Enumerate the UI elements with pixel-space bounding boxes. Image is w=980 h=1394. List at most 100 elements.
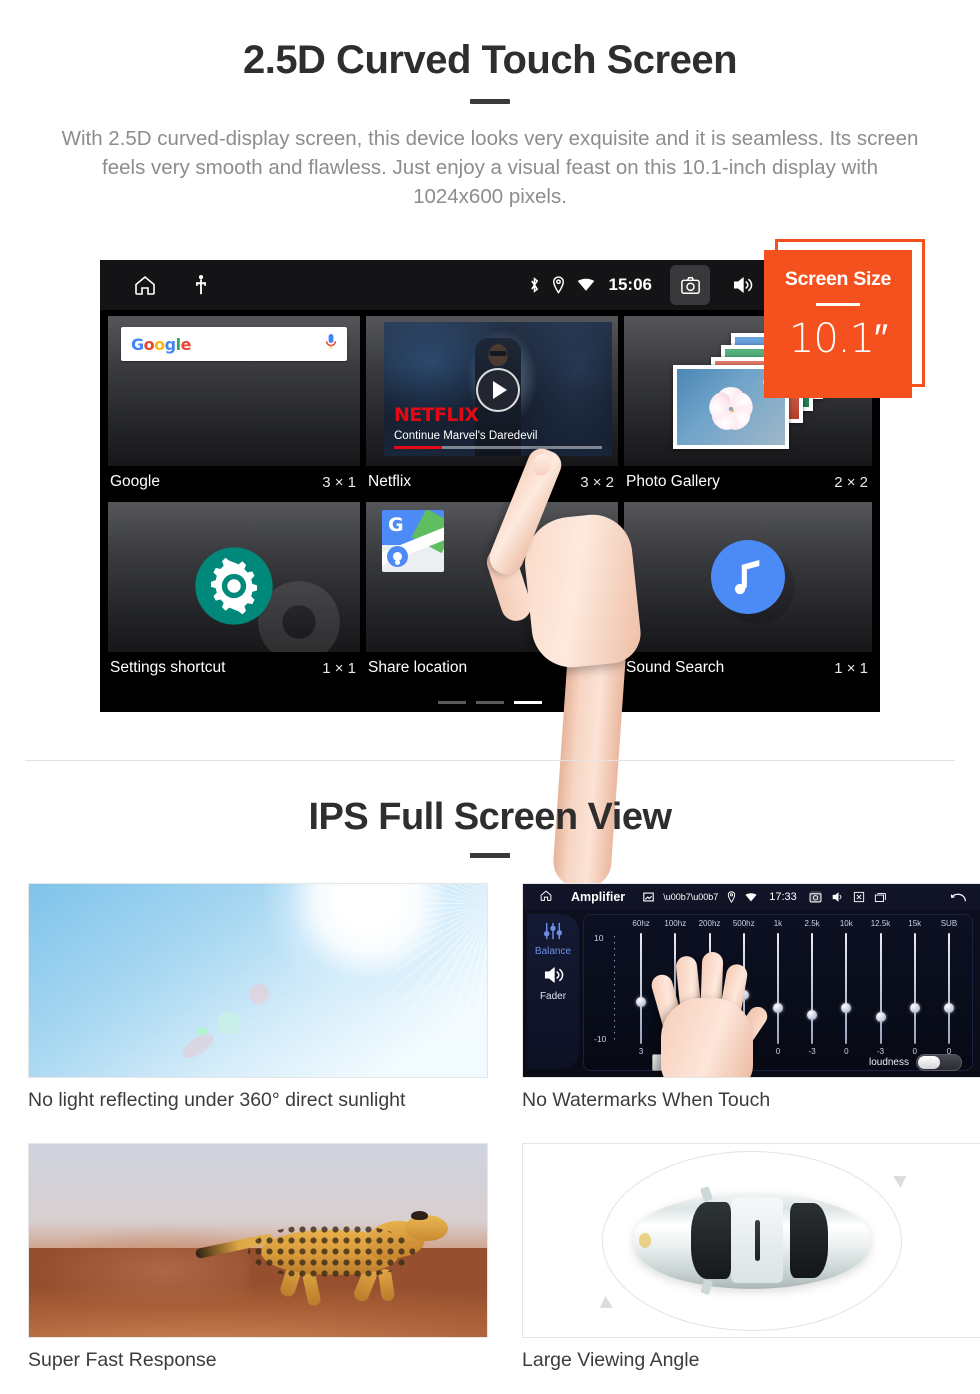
widget-card-settings-shortcut[interactable]: Settings shortcut 1 × 1 — [108, 502, 360, 684]
badge-value: 10.1″ — [788, 316, 888, 362]
cherry-blossom — [703, 381, 759, 437]
widget-card-google[interactable]: Google Google 3 × 1 — [108, 316, 360, 498]
status-bar-clock: 15:06 — [608, 275, 652, 294]
widget-card-sound-search[interactable]: Sound Search 1 × 1 — [624, 502, 872, 684]
widget-size: 1 × 1 — [322, 659, 356, 677]
volume-icon — [832, 892, 842, 902]
band-label: 1k — [773, 919, 783, 928]
gear-icon — [192, 544, 276, 633]
play-button-icon[interactable] — [476, 368, 520, 412]
widget-name: Netflix — [368, 473, 412, 490]
car-top-view-diagram — [522, 1143, 980, 1338]
speaker-icon — [544, 967, 564, 983]
product-feature-page: 2.5D Curved Touch Screen With 2.5D curve… — [0, 38, 980, 1394]
amplifier-status-icons: \u00b7\u00b7 17:33 — [643, 891, 887, 903]
widget-name: Settings shortcut — [110, 659, 226, 676]
feature-card-viewing-angle: Large Viewing Angle — [522, 1143, 980, 1372]
wifi-icon — [745, 892, 757, 901]
frequency-band-labels: 60hz 100hz 200hz 500hz 1k 2.5k 10k 12.5k… — [624, 919, 966, 928]
wifi-icon — [577, 278, 595, 292]
section-two-underline-rule — [470, 853, 510, 858]
amplifier-title: Amplifier — [571, 890, 626, 904]
widget-size: 1 × 1 — [580, 659, 614, 677]
page-dash-2[interactable] — [476, 701, 504, 704]
google-search-bar[interactable]: Google — [121, 327, 347, 361]
sidebar-item-balance[interactable]: Balance — [527, 922, 579, 957]
image-icon — [643, 892, 654, 902]
feature-caption: No light reflecting under 360° direct su… — [28, 1089, 406, 1111]
share-location-widget: G — [366, 502, 618, 652]
page-indicator — [100, 701, 880, 704]
widget-row-bottom: Settings shortcut 1 × 1 G Share location… — [108, 502, 872, 684]
back-icon[interactable] — [949, 890, 967, 908]
band-label: 200hz — [698, 919, 721, 928]
home-icon[interactable] — [132, 273, 158, 297]
badge-title: Screen Size — [784, 268, 892, 290]
page-dash-3[interactable] — [514, 701, 542, 704]
scale-min: -10 — [594, 1034, 607, 1044]
netflix-artwork: NETFLIX Continue Marvel's Daredevil — [384, 322, 612, 456]
cheetah — [195, 1202, 451, 1310]
car-body — [634, 1185, 870, 1296]
band-label: 100hz — [664, 919, 687, 928]
widget-label-row: Settings shortcut 1 × 1 — [108, 652, 360, 684]
google-search-widget: Google — [108, 316, 360, 466]
recents-icon — [874, 892, 886, 902]
sidebar-label: Balance — [534, 946, 572, 957]
tablet-screen: 15:06 Google Google 3 × 1 NETFLIX Contin… — [100, 260, 880, 712]
feature-card-fast-response: Super Fast Response — [28, 1143, 488, 1372]
amplifier-equalizer-screen: Amplifier \u00b7\u00b7 17:33 Balance Fad… — [522, 883, 980, 1078]
sidebar-item-fader[interactable]: Fader — [527, 965, 579, 1002]
amplifier-title-bar: Amplifier \u00b7\u00b7 17:33 — [523, 884, 980, 910]
feature-caption: Super Fast Response — [28, 1349, 217, 1371]
tablet-device-mock: 15:06 Google Google 3 × 1 NETFLIX Contin… — [100, 260, 880, 890]
widget-size: 3 × 1 — [322, 473, 356, 491]
maps-icon: G — [382, 510, 444, 572]
camera-icon[interactable] — [670, 265, 710, 305]
loudness-label: loudness — [868, 1056, 909, 1068]
mic-icon[interactable] — [325, 333, 337, 356]
sliders-icon — [543, 922, 562, 940]
sunroof — [755, 1220, 760, 1261]
badge-divider — [816, 303, 860, 306]
feature-caption: No Watermarks When Touch — [522, 1089, 771, 1111]
sound-search-widget — [624, 502, 872, 652]
band-label: 10k — [839, 919, 853, 928]
widget-label-row: Share location 1 × 1 — [366, 652, 618, 684]
bluetooth-icon — [529, 276, 540, 294]
eq-slider[interactable] — [795, 933, 829, 1044]
status-bar-left-group — [132, 273, 208, 297]
widget-label-row: Google 3 × 1 — [108, 466, 360, 498]
eq-slider[interactable] — [932, 933, 966, 1044]
eq-slider[interactable] — [863, 933, 897, 1044]
usb-icon — [194, 274, 208, 296]
title-underline-rule — [470, 99, 510, 104]
band-label: 15k — [908, 919, 922, 928]
widget-size: 3 × 2 — [580, 473, 614, 491]
band-label: 12.5k — [870, 919, 891, 928]
rear-window — [789, 1203, 828, 1278]
feature-card-sunlight: No light reflecting under 360° direct su… — [28, 883, 488, 1112]
home-icon[interactable] — [539, 889, 553, 907]
character-glasses — [489, 351, 507, 356]
location-icon — [728, 891, 736, 903]
volume-icon[interactable] — [722, 265, 762, 305]
band-label: 500hz — [732, 919, 755, 928]
eq-slider[interactable] — [829, 933, 863, 1044]
car-diagram-canvas — [523, 1144, 980, 1337]
screen-size-badge: Screen Size 10.1″ — [764, 250, 912, 398]
widget-card-share-location[interactable]: G Share location 1 × 1 — [366, 502, 618, 684]
widget-card-netflix[interactable]: NETFLIX Continue Marvel's Daredevil Netf… — [366, 316, 618, 498]
windshield — [690, 1202, 731, 1279]
page-dash-1[interactable] — [438, 701, 466, 704]
scale-max: 10 — [594, 933, 604, 943]
netflix-widget: NETFLIX Continue Marvel's Daredevil — [366, 316, 618, 466]
netflix-progress-bar — [394, 446, 602, 449]
touching-hand-overlay — [643, 942, 773, 1077]
amplifier-clock: 17:33 — [769, 891, 797, 903]
eq-slider[interactable] — [898, 933, 932, 1044]
loudness-toggle[interactable] — [916, 1053, 962, 1071]
band-label: SUB — [940, 919, 958, 928]
settings-widget — [108, 502, 360, 652]
widget-name: Sound Search — [626, 659, 725, 676]
